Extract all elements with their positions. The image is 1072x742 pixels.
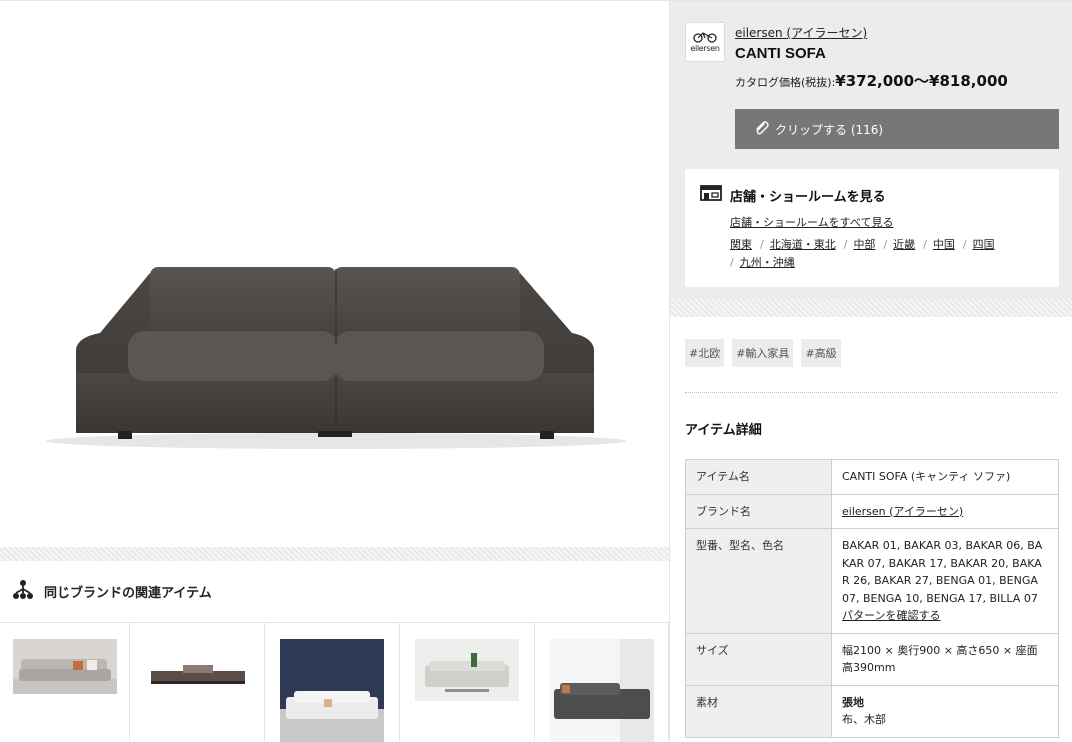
detail-value: BAKAR 01, BAKAR 03, BAKAR 06, BAKAR 07, … [831, 528, 1059, 634]
section-divider [0, 547, 669, 561]
table-row: 素材 張地 布、木部 [685, 684, 1059, 738]
product-header: eilersen eilersen (アイラーセン) CANTI SOFA カタ… [670, 1, 1072, 299]
table-row: アイテム名 CANTI SOFA (キャンティ ソファ) [685, 459, 1059, 495]
store-icon [700, 185, 722, 205]
detail-key: サイズ [685, 632, 832, 686]
region-link-chugoku[interactable]: 中国 [933, 238, 955, 251]
region-link-kanto[interactable]: 関東 [730, 238, 752, 251]
related-items-header: 同じブランドの関連アイテム [0, 561, 669, 623]
showroom-title-text: 店舗・ショールームを見る [730, 189, 886, 205]
material-title: 張地 [842, 695, 864, 709]
left-column: 同じブランドの関連アイテム [0, 0, 670, 742]
product-title: CANTI SOFA [735, 45, 826, 62]
region-link-kyushu-okinawa[interactable]: 九州・沖縄 [740, 256, 795, 269]
detail-value: 張地 布、木部 [831, 684, 1059, 738]
tag-luxury[interactable]: #高級 [801, 339, 841, 367]
table-row: 型番、型名、色名 BAKAR 01, BAKAR 03, BAKAR 06, B… [685, 528, 1059, 634]
pattern-link[interactable]: パターンを確認する [842, 609, 940, 622]
price-label: カタログ価格(税抜): [735, 76, 836, 89]
related-item-thumbnail[interactable] [0, 623, 130, 741]
region-link-hokkaido-tohoku[interactable]: 北海道・東北 [770, 238, 836, 251]
brand-name-link[interactable]: eilersen (アイラーセン) [842, 505, 963, 518]
brand-link[interactable]: eilersen (アイラーセン) [735, 24, 867, 41]
related-items-title: 同じブランドの関連アイテム [44, 586, 212, 601]
detail-key: ブランド名 [685, 493, 832, 529]
network-icon [12, 579, 34, 605]
model-list: BAKAR 01, BAKAR 03, BAKAR 06, BAKAR 07, … [842, 539, 1043, 605]
price-value: ¥372,000〜¥818,000 [835, 72, 1008, 90]
right-column: eilersen eilersen (アイラーセン) CANTI SOFA カタ… [670, 0, 1072, 740]
tag-hokuo[interactable]: #北欧 [685, 339, 725, 367]
detail-key: 素材 [685, 684, 832, 738]
clip-button-label: クリップする (116) [775, 122, 884, 137]
showroom-all-link[interactable]: 店舗・ショールームをすべて見る [730, 214, 893, 230]
table-row: ブランド名 eilersen (アイラーセン) [685, 493, 1059, 529]
region-links: 関東 / 北海道・東北 / 中部 / 近畿 / 中国 / 四国 / 九州・沖縄 [730, 238, 995, 269]
region-link-chubu[interactable]: 中部 [853, 238, 875, 251]
logo-wordmark: eilersen [690, 44, 720, 53]
paperclip-icon [753, 120, 769, 139]
item-details-heading: アイテム詳細 [685, 423, 762, 438]
item-details-table: アイテム名 CANTI SOFA (キャンティ ソファ) ブランド名 eiler… [685, 459, 1059, 738]
related-item-thumbnail[interactable] [535, 623, 669, 742]
clip-button[interactable]: クリップする (116) [735, 109, 1059, 149]
table-row: サイズ 幅2100 × 奥行900 × 高さ650 × 座面高390mm [685, 632, 1059, 686]
region-link-kinki[interactable]: 近畿 [893, 238, 915, 251]
related-items-list [0, 623, 669, 742]
detail-value: CANTI SOFA (キャンティ ソファ) [831, 459, 1059, 495]
detail-value: 幅2100 × 奥行900 × 高さ650 × 座面高390mm [831, 632, 1059, 686]
section-divider [670, 299, 1072, 317]
detail-value: eilersen (アイラーセン) [831, 493, 1059, 529]
related-item-thumbnail[interactable] [130, 623, 265, 741]
tag-list: #北欧 #輸入家具 #高級 [685, 339, 841, 367]
sofa-illustration [46, 267, 626, 449]
dotted-divider [685, 392, 1057, 393]
material-detail: 布、木部 [842, 713, 886, 726]
showroom-box: 店舗・ショールームを見る 店舗・ショールームをすべて見る 関東 / 北海道・東北 / 中… [685, 169, 1059, 287]
bicycle-icon [693, 32, 717, 43]
brand-logo[interactable]: eilersen [685, 22, 725, 62]
tag-imported-furniture[interactable]: #輸入家具 [732, 339, 794, 367]
related-item-thumbnail[interactable] [265, 623, 400, 742]
region-link-shikoku[interactable]: 四国 [973, 238, 995, 251]
price-row: カタログ価格(税抜): ¥372,000〜¥818,000 [735, 70, 1008, 91]
product-image[interactable] [0, 1, 669, 547]
related-item-thumbnail[interactable] [400, 623, 535, 741]
detail-key: アイテム名 [685, 459, 832, 495]
showroom-title: 店舗・ショールームを見る [700, 185, 886, 205]
detail-key: 型番、型名、色名 [685, 528, 832, 634]
